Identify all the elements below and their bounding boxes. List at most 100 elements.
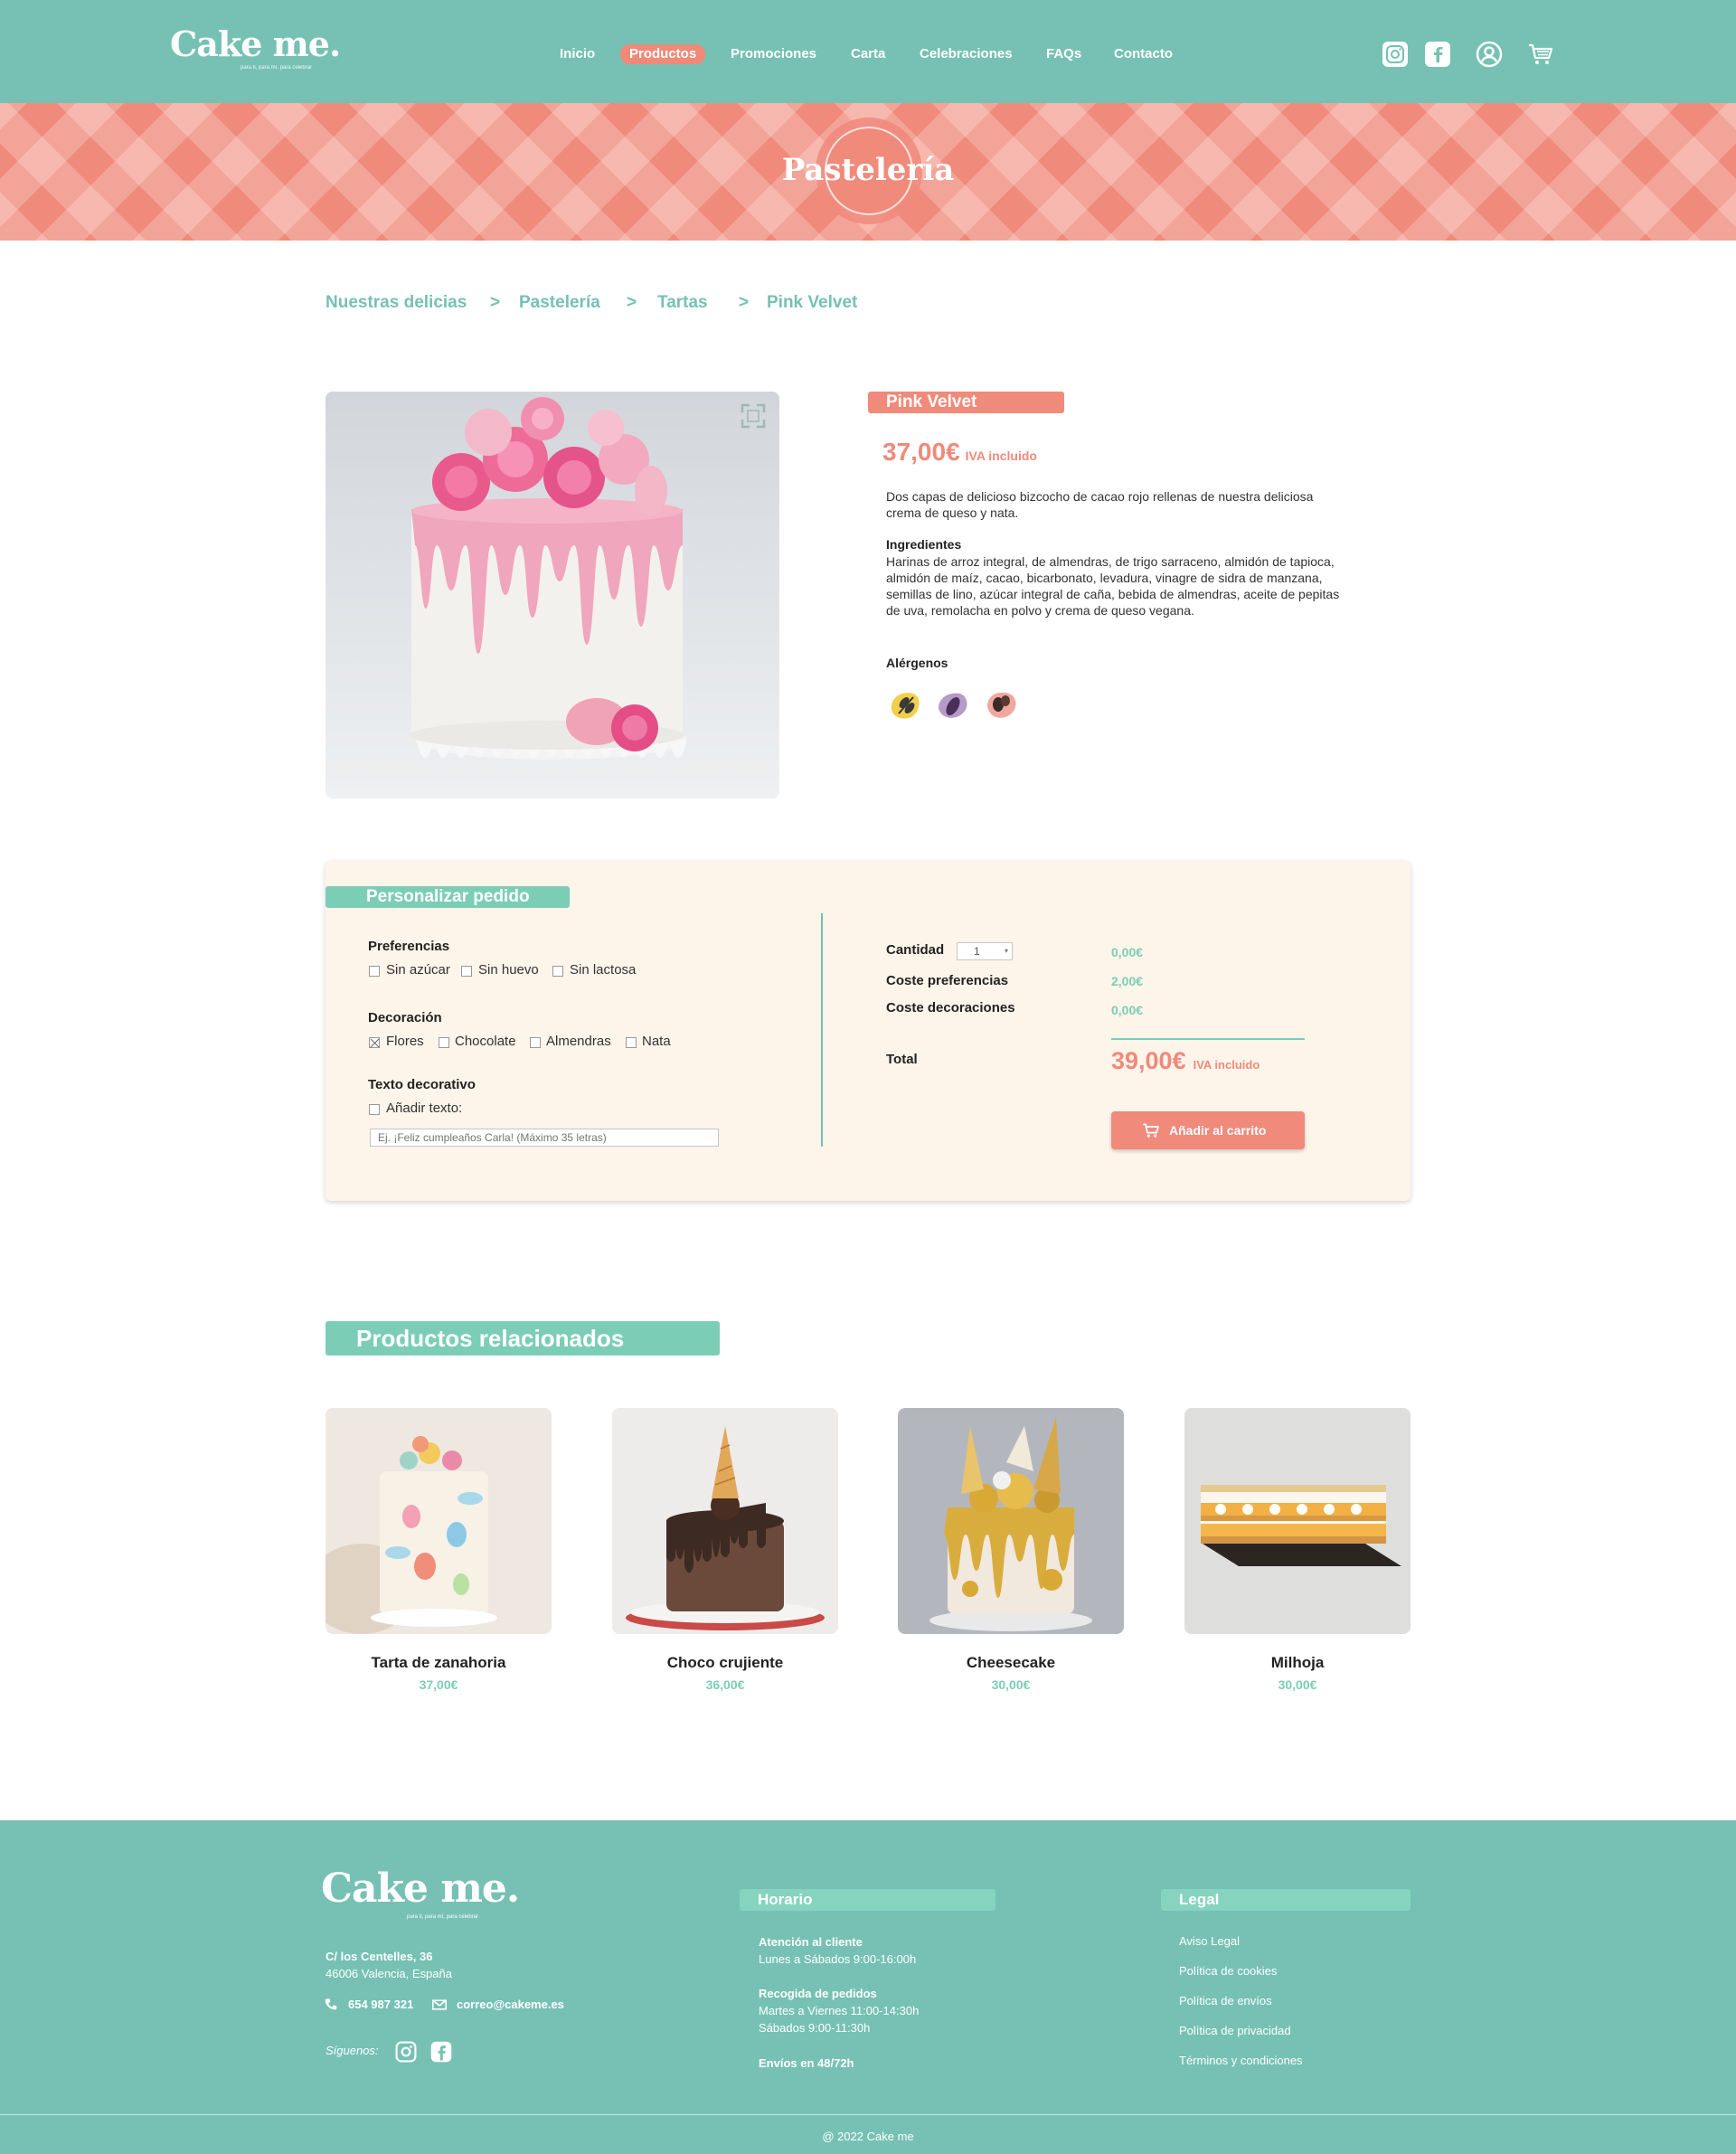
banner-title: Pastelería: [781, 152, 955, 188]
instagram-icon[interactable]: [394, 2040, 418, 2064]
legal-link[interactable]: Política de envíos: [1179, 1994, 1272, 2008]
phone-icon: [325, 1998, 337, 2010]
add-to-cart-button[interactable]: Añadir al carrito: [1111, 1111, 1305, 1149]
breadcrumb-item[interactable]: Tartas: [657, 293, 708, 313]
product-description: Dos capas de delicioso bizcocho de cacao…: [886, 489, 1314, 520]
expand-icon[interactable]: [740, 402, 767, 430]
deco-label: Nata: [642, 1034, 671, 1049]
add-to-cart-label: Añadir al carrito: [1169, 1123, 1267, 1138]
legal-link[interactable]: Política de privacidad: [1179, 2024, 1291, 2037]
breadcrumb-item[interactable]: Pastelería: [519, 293, 600, 313]
customize-title: Personalizar pedido: [326, 886, 570, 908]
product-thumbnail[interactable]: [612, 1408, 838, 1634]
pickup-hours-1: Martes a Viernes 11:00-14:30h: [759, 2004, 920, 2017]
nav-faqs[interactable]: FAQs: [1046, 44, 1081, 64]
attention-hours: Lunes a Sábados 9:00-16:00h: [759, 1952, 917, 1966]
related-product-card[interactable]: Choco crujiente 36,00€: [612, 1408, 838, 1692]
deco-nata-checkbox[interactable]: [626, 1037, 637, 1048]
total-price: 39,00€ IVA incluido: [1111, 1047, 1260, 1075]
product-price: 30,00€: [991, 1677, 1031, 1692]
deco-almendras-checkbox[interactable]: [530, 1037, 541, 1048]
soy-icon: [939, 693, 967, 718]
breadcrumb-separator: >: [490, 293, 501, 312]
footer-logo[interactable]: Cake me.: [321, 1866, 520, 1912]
footer-tagline: para ti, para mí, para celebrar: [407, 1914, 479, 1920]
related-product-card[interactable]: Cheesecake 30,00€: [898, 1408, 1124, 1692]
category-banner: Pastelería: [0, 103, 1736, 241]
total-value: 39,00€: [1111, 1047, 1186, 1074]
deco-label: Almendras: [546, 1034, 611, 1049]
footer-divider: [0, 2114, 1736, 2115]
pref-label: Sin azúcar: [386, 962, 450, 978]
instagram-icon[interactable]: [1382, 41, 1409, 68]
product-thumbnail[interactable]: [1184, 1408, 1410, 1634]
pref-sin-lactosa-checkbox[interactable]: [552, 966, 563, 977]
footer-phone[interactable]: 654 987 321: [348, 1998, 413, 2011]
product-thumbnail[interactable]: [326, 1408, 552, 1634]
footer-email[interactable]: correo@cakeme.es: [457, 1998, 564, 2011]
nav-inicio[interactable]: Inicio: [560, 44, 595, 64]
quantity-select[interactable]: 1 ▾: [957, 942, 1013, 960]
total-vat-note: IVA incluido: [1193, 1058, 1260, 1072]
mail-icon: [432, 1999, 447, 2010]
product-image[interactable]: [326, 392, 779, 798]
attention-title: Atención al cliente: [759, 1935, 863, 1949]
legal-title: Legal: [1161, 1889, 1410, 1911]
product-thumbnail[interactable]: [898, 1408, 1124, 1634]
cart-icon[interactable]: [1527, 41, 1554, 68]
decorative-text-input[interactable]: [370, 1129, 719, 1147]
breadcrumb-item[interactable]: Nuestras delicias: [326, 293, 467, 313]
facebook-icon[interactable]: [1424, 41, 1451, 68]
deco-chocolate-checkbox[interactable]: [439, 1037, 449, 1048]
user-icon[interactable]: [1476, 41, 1503, 68]
add-text-checkbox[interactable]: [369, 1104, 380, 1115]
related-product-card[interactable]: Tarta de zanahoria 37,00€: [326, 1408, 552, 1692]
nav-contacto[interactable]: Contacto: [1114, 44, 1173, 64]
product-price: 37,00€ IVA incluido: [882, 438, 1037, 467]
product-price: 36,00€: [705, 1677, 745, 1692]
legal-link[interactable]: Aviso Legal: [1179, 1934, 1240, 1948]
nav-productos[interactable]: Productos: [620, 44, 706, 64]
breadcrumb-separator: >: [627, 293, 637, 312]
quantity-label: Cantidad: [886, 942, 945, 958]
gluten-icon: [891, 693, 920, 719]
nav-promociones[interactable]: Promociones: [731, 44, 816, 64]
summary-divider: [1111, 1038, 1305, 1040]
text-decor-label: Texto decorativo: [368, 1077, 476, 1092]
decoration-label: Decoración: [368, 1010, 442, 1025]
facebook-icon[interactable]: [429, 2040, 453, 2064]
breadcrumb-item-current: Pink Velvet: [767, 293, 858, 312]
legal-link[interactable]: Términos y condiciones: [1179, 2054, 1303, 2067]
preferences-label: Preferencias: [368, 939, 450, 954]
shipping-note: Envíos en 48/72h: [759, 2056, 854, 2070]
prefs-cost-label: Coste preferencias: [886, 973, 1009, 988]
total-label: Total: [886, 1052, 918, 1067]
product-name[interactable]: Choco crujiente: [612, 1654, 838, 1672]
vat-note: IVA incluido: [965, 449, 1037, 463]
deco-label: Chocolate: [455, 1034, 516, 1049]
related-title: Productos relacionados: [326, 1321, 720, 1356]
follow-label: Síguenos:: [326, 2044, 379, 2057]
product-name[interactable]: Cheesecake: [898, 1654, 1124, 1672]
product-title: Pink Velvet: [868, 392, 1064, 413]
address-line-1: C/ los Centelles, 36: [326, 1950, 433, 1963]
legal-link[interactable]: Política de cookies: [1179, 1964, 1277, 1978]
pref-sin-huevo-checkbox[interactable]: [461, 966, 472, 977]
product-price: 37,00€: [419, 1677, 458, 1692]
address-line-2: 46006 Valencia, España: [326, 1967, 452, 1980]
deco-flores-checkbox[interactable]: [369, 1037, 380, 1048]
ingredients-text: Harinas de arroz integral, de almendras,…: [886, 554, 1340, 618]
pref-sin-azucar-checkbox[interactable]: [369, 966, 380, 977]
schedule-title: Horario: [740, 1889, 995, 1911]
product-name[interactable]: Milhoja: [1184, 1654, 1410, 1672]
nav-celebraciones[interactable]: Celebraciones: [920, 44, 1013, 64]
pref-label: Sin lactosa: [570, 962, 637, 978]
cart-icon: [1143, 1123, 1159, 1138]
deco-cost-label: Coste decoraciones: [886, 1000, 1015, 1016]
product-name[interactable]: Tarta de zanahoria: [326, 1654, 552, 1672]
pickup-hours-2: Sábados 9:00-11:30h: [759, 2021, 871, 2035]
nav-carta[interactable]: Carta: [851, 44, 885, 64]
related-product-card[interactable]: Milhoja 30,00€: [1184, 1408, 1410, 1692]
price-value: 37,00€: [882, 438, 960, 466]
card-divider: [821, 913, 823, 1147]
